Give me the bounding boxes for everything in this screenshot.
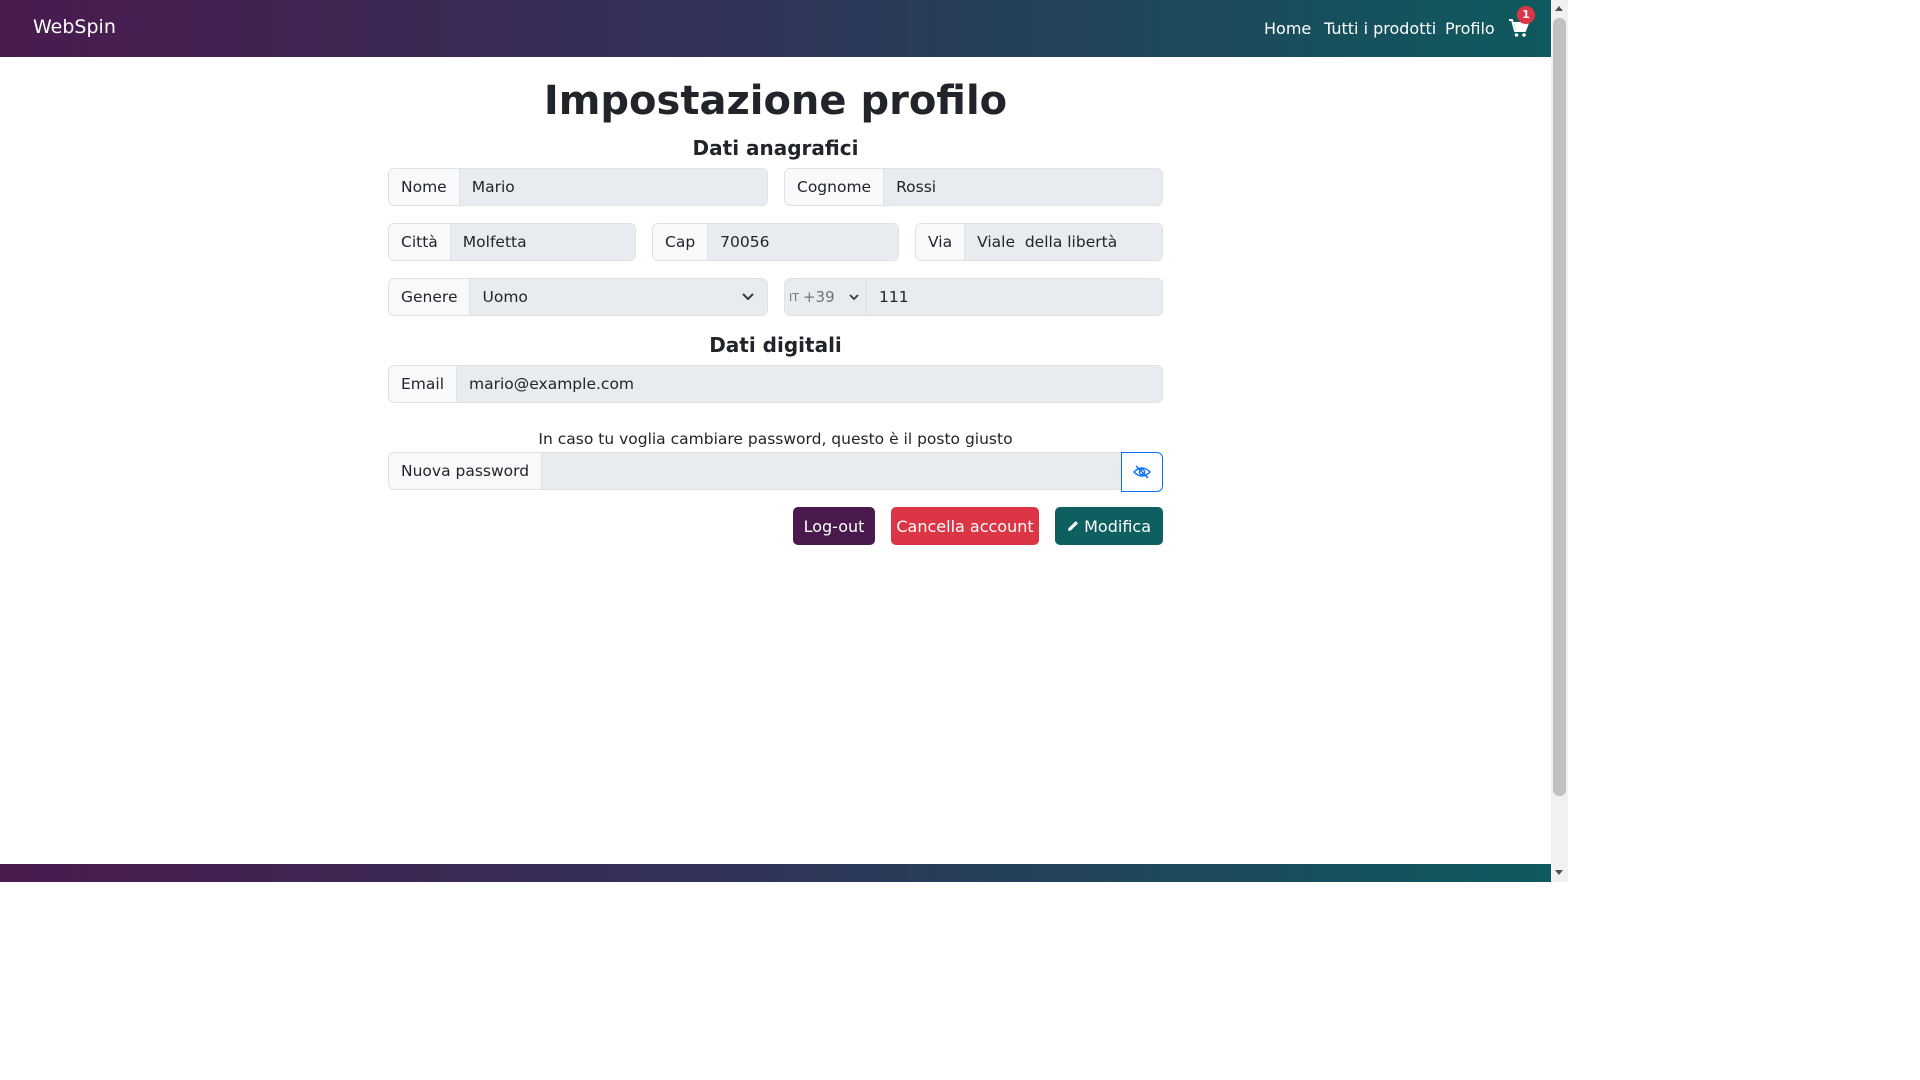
cognome-input-group: Cognome Rossi: [784, 168, 1163, 206]
page-title: Impostazione profilo: [543, 78, 1008, 124]
phone-prefix-value: +39: [802, 288, 835, 306]
footer: [0, 864, 1551, 882]
chevron-down-icon: [742, 293, 754, 301]
nav-link-profile[interactable]: Profilo: [1445, 19, 1495, 38]
nav-link-home[interactable]: Home: [1264, 19, 1311, 38]
email-input-group: Email mario@example.com: [388, 365, 1163, 403]
genere-label: Genere: [389, 279, 471, 315]
delete-account-button[interactable]: Cancella account: [891, 507, 1039, 545]
citta-input-group: Città Molfetta: [388, 223, 636, 261]
section-title-digital: Dati digitali: [709, 333, 842, 357]
scroll-up-arrow-icon[interactable]: [1555, 6, 1563, 11]
eye-slash-icon: [1133, 465, 1151, 479]
cap-input-group: Cap 70056: [652, 223, 899, 261]
citta-input[interactable]: Molfetta: [450, 224, 635, 260]
cap-input[interactable]: 70056: [708, 224, 898, 260]
scrollbar-thumb[interactable]: [1553, 18, 1566, 796]
citta-label: Città: [389, 224, 451, 260]
nome-input-group: Nome Mario: [388, 168, 768, 206]
cart-count-badge: 1: [1517, 6, 1535, 24]
via-input[interactable]: Viale della libertà: [965, 224, 1162, 260]
cognome-input[interactable]: Rossi: [884, 169, 1162, 205]
nome-input[interactable]: Mario: [459, 169, 767, 205]
via-input-group: Via Viale della libertà: [915, 223, 1163, 261]
email-label: Email: [389, 366, 458, 402]
cap-label: Cap: [653, 224, 709, 260]
password-input-group: Nuova password: [388, 452, 1163, 492]
edit-button-label: Modifica: [1084, 516, 1151, 536]
section-title-personal: Dati anagrafici: [692, 136, 859, 160]
navbar: WebSpin Home Tutti i prodotti Profilo 1: [0, 0, 1551, 57]
chevron-down-icon: [849, 293, 859, 300]
via-label: Via: [916, 224, 966, 260]
nav-link-all-products[interactable]: Tutti i prodotti: [1324, 19, 1436, 38]
scroll-down-arrow-icon[interactable]: [1555, 870, 1563, 875]
phone-input-group: IT +39 111: [784, 278, 1163, 316]
nome-label: Nome: [389, 169, 460, 205]
cognome-label: Cognome: [785, 169, 885, 205]
email-input[interactable]: mario@example.com: [457, 366, 1162, 402]
phone-prefix-select[interactable]: IT +39: [785, 279, 867, 315]
brand-logo[interactable]: WebSpin: [33, 16, 116, 38]
password-label: Nuova password: [389, 453, 543, 489]
genere-input-group: Genere Uomo: [388, 278, 768, 316]
password-input[interactable]: [542, 453, 1121, 489]
genere-select[interactable]: Uomo: [470, 279, 767, 315]
toggle-password-visibility-button[interactable]: [1121, 452, 1163, 492]
edit-button[interactable]: Modifica: [1055, 507, 1163, 545]
phone-input[interactable]: 111: [867, 279, 1162, 315]
genere-selected-value: Uomo: [482, 288, 528, 306]
flag-it-icon: IT: [789, 290, 799, 304]
pencil-icon: [1068, 521, 1078, 531]
logout-button[interactable]: Log-out: [793, 507, 875, 545]
password-hint: In caso tu voglia cambiare password, que…: [538, 430, 1013, 448]
